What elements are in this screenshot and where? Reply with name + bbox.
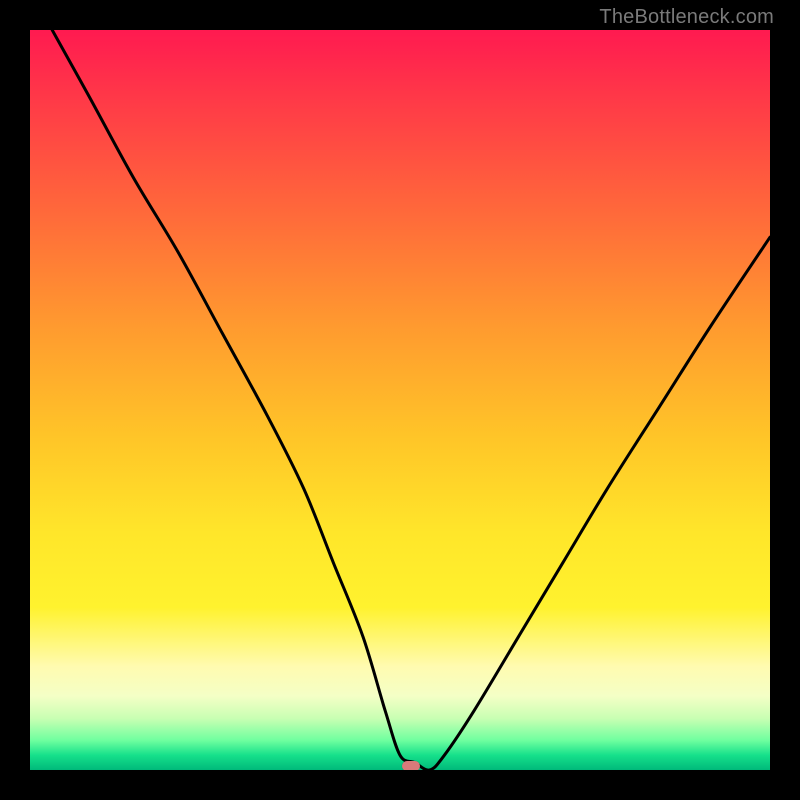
chart-frame: TheBottleneck.com — [0, 0, 800, 800]
plot-area — [30, 30, 770, 770]
bottleneck-curve — [30, 30, 770, 770]
bottleneck-marker — [402, 761, 420, 770]
watermark-text: TheBottleneck.com — [599, 6, 774, 29]
curve-path — [52, 30, 770, 770]
